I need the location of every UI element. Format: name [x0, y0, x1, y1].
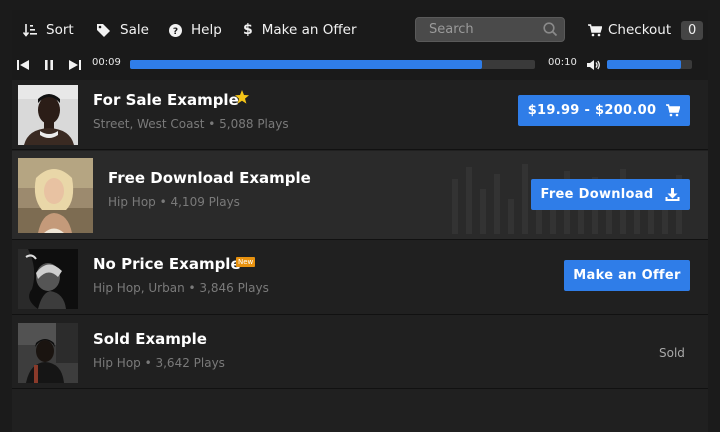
track-row[interactable]: No Price Example New Hip Hop, Urban • 3,…: [12, 241, 708, 315]
progress-bar[interactable]: [130, 60, 535, 69]
make-offer-label: Make an Offer: [573, 268, 681, 283]
track-artwork: [18, 158, 93, 233]
sort-button[interactable]: Sort: [23, 10, 74, 50]
free-download-label: Free Download: [540, 187, 654, 202]
next-track-button[interactable]: [67, 57, 83, 73]
track-meta: Hip Hop, Urban • 3,846 Plays: [93, 281, 269, 295]
question-icon: ?: [169, 23, 182, 37]
skip-back-icon: [17, 60, 29, 70]
track-row[interactable]: Sold Example Hip Hop • 3,642 Plays Sold: [12, 316, 708, 389]
make-offer-button[interactable]: Make an Offer: [564, 260, 690, 291]
track-row[interactable]: Free Download Example Hip Hop • 4,109 Pl…: [12, 151, 708, 240]
remaining-time: 00:10: [548, 57, 577, 68]
download-icon: [665, 187, 680, 202]
elapsed-time: 00:09: [92, 57, 121, 68]
sold-status: Sold: [659, 346, 685, 360]
track-meta: Hip Hop • 4,109 Plays: [108, 195, 240, 209]
track-meta: Hip Hop • 3,642 Plays: [93, 356, 225, 370]
cart-icon: [588, 23, 602, 37]
cart-icon: [666, 104, 681, 117]
tag-icon: [96, 23, 111, 37]
new-badge: New: [236, 257, 256, 267]
progress-fill: [130, 60, 483, 69]
dollar-icon: $: [243, 22, 253, 38]
free-download-button[interactable]: Free Download: [531, 179, 690, 210]
sort-label: Sort: [46, 22, 74, 38]
volume-button[interactable]: [585, 57, 601, 73]
star-icon: [234, 89, 250, 109]
sort-icon: [23, 23, 37, 37]
make-offer-nav-label: Make an Offer: [261, 22, 357, 38]
audio-player: 00:09 00:10: [12, 50, 708, 80]
cart-count-badge: 0: [681, 20, 704, 40]
track-title[interactable]: Sold Example: [93, 330, 207, 348]
track-artwork: [18, 85, 78, 145]
track-artwork: [18, 249, 78, 309]
track-title[interactable]: Free Download Example: [108, 169, 311, 187]
player-panel: Sort Sale ? Help $ Make an Offer Search …: [12, 10, 708, 432]
checkout-label: Checkout: [608, 22, 672, 38]
help-button[interactable]: ? Help: [169, 10, 222, 50]
help-label: Help: [191, 22, 222, 38]
previous-track-button[interactable]: [15, 57, 31, 73]
search-box: [415, 17, 565, 42]
pause-icon: [45, 60, 53, 70]
track-artwork: [18, 323, 78, 383]
track-meta: Street, West Coast • 5,088 Plays: [93, 117, 289, 131]
sale-label: Sale: [120, 22, 149, 38]
search-input[interactable]: [416, 18, 538, 41]
volume-icon: [586, 60, 600, 70]
search-icon[interactable]: [543, 22, 558, 41]
beat-store-widget: Sort Sale ? Help $ Make an Offer Search …: [0, 0, 720, 432]
track-title[interactable]: No Price Example: [93, 255, 241, 273]
svg-text:?: ?: [173, 27, 178, 37]
checkout-button[interactable]: Checkout 0: [588, 10, 704, 50]
skip-forward-icon: [69, 60, 81, 70]
sale-button[interactable]: Sale: [96, 10, 149, 50]
buy-button-label: $19.99 - $200.00: [527, 103, 657, 118]
track-title[interactable]: For Sale Example: [93, 91, 239, 109]
volume-fill: [607, 60, 681, 69]
volume-slider[interactable]: [607, 60, 692, 69]
top-toolbar: Sort Sale ? Help $ Make an Offer Search …: [12, 10, 708, 50]
make-offer-nav-button[interactable]: $ Make an Offer: [243, 10, 357, 50]
track-row[interactable]: For Sale Example Street, West Coast • 5,…: [12, 81, 708, 150]
buy-button[interactable]: $19.99 - $200.00: [518, 95, 690, 126]
pause-button[interactable]: [41, 57, 57, 73]
